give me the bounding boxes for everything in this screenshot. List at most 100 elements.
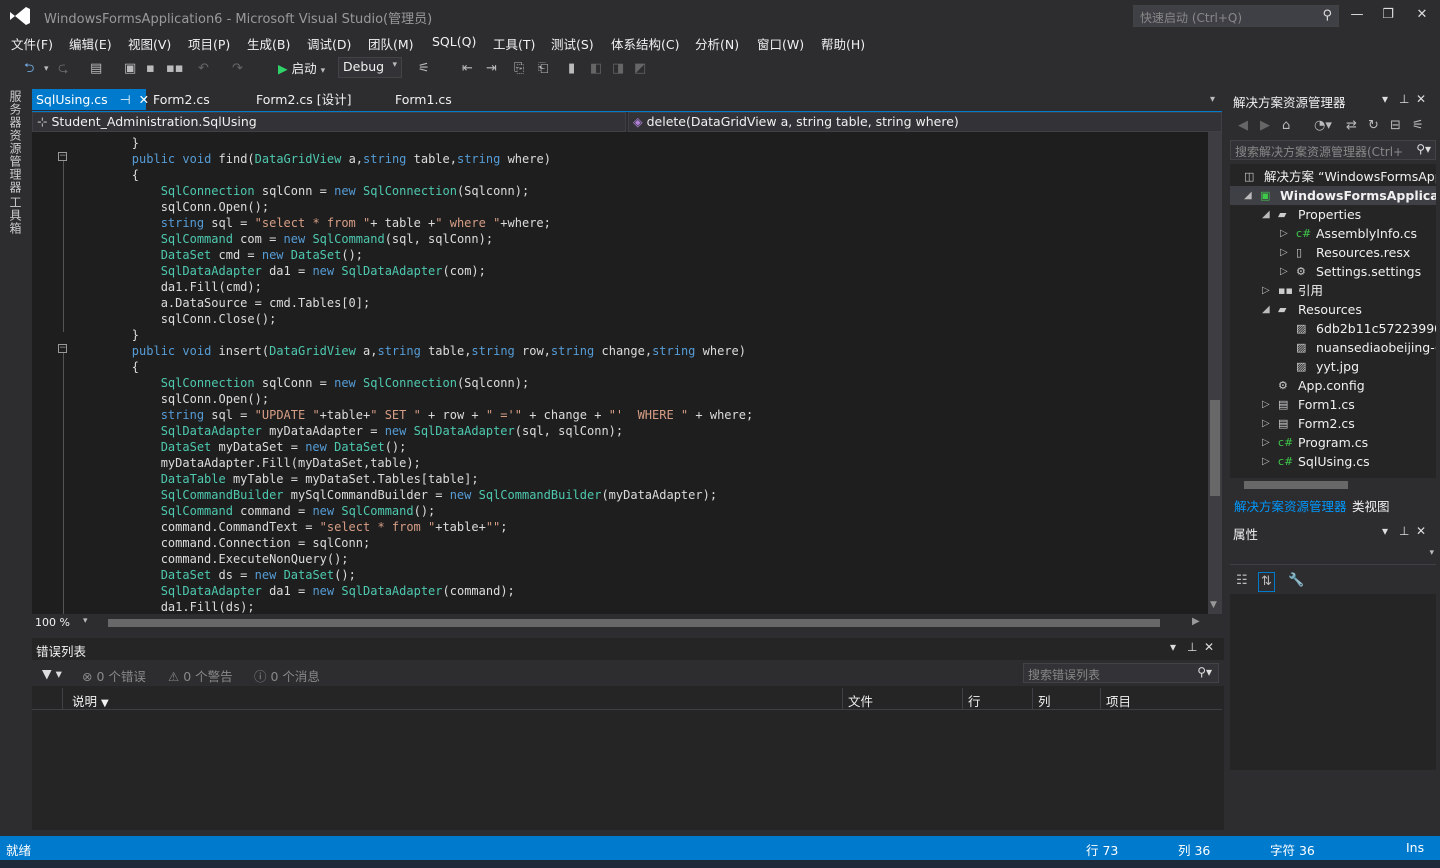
redo-icon[interactable]: ↷: [232, 60, 243, 78]
clear-bookmarks-icon[interactable]: ◩: [634, 60, 646, 78]
home-icon[interactable]: ⌂: [1282, 117, 1290, 135]
menu-tools[interactable]: 工具(T): [493, 34, 535, 53]
outdent-icon[interactable]: ⇥: [486, 60, 497, 78]
error-list-pin-icon[interactable]: ⊥: [1187, 640, 1197, 654]
tree-item[interactable]: ▨ nuansediaobeijing-(: [1230, 338, 1436, 357]
expand-toggle-icon[interactable]: ◢: [1244, 186, 1252, 205]
tree-item[interactable]: ▨ 6db2b11c57223990: [1230, 319, 1436, 338]
pin-icon[interactable]: ⊣: [120, 92, 131, 107]
restore-button[interactable]: ❐: [1374, 4, 1402, 26]
save-all-icon[interactable]: ▪▪: [166, 60, 184, 78]
col-line[interactable]: 行: [968, 691, 981, 710]
editor-vertical-scrollbar[interactable]: ▼: [1208, 132, 1222, 614]
type-dropdown[interactable]: ⊹ Student_Administration.SqlUsing: [32, 112, 626, 132]
error-list-close-icon[interactable]: ✕: [1204, 640, 1214, 654]
tab-form1[interactable]: Form1.cs: [391, 89, 452, 110]
member-dropdown[interactable]: ◈ delete(DataGridView a, string table, s…: [628, 112, 1222, 132]
se-back-icon[interactable]: ◀: [1238, 117, 1248, 135]
menu-test[interactable]: 测试(S): [551, 34, 594, 53]
expand-toggle-icon[interactable]: ◢: [1262, 300, 1270, 319]
find-icon[interactable]: ⚟: [418, 60, 430, 78]
undo-icon[interactable]: ↶: [198, 60, 209, 78]
tree-item[interactable]: ◫ 解决方案 “WindowsFormsApp: [1230, 167, 1436, 186]
expand-toggle-icon[interactable]: ▷: [1262, 281, 1270, 300]
menu-help[interactable]: 帮助(H): [821, 34, 865, 53]
tree-item[interactable]: ▷ c# AssemblyInfo.cs: [1230, 224, 1436, 243]
menu-window[interactable]: 窗口(W): [757, 34, 804, 53]
se-close-icon[interactable]: ✕: [1416, 92, 1426, 106]
col-project[interactable]: 项目: [1106, 691, 1131, 710]
error-list-options-icon[interactable]: ▾: [1170, 640, 1176, 654]
menu-sql[interactable]: SQL(Q): [432, 34, 476, 49]
errors-toggle[interactable]: ⊗ 0 个错误: [82, 666, 146, 685]
expand-toggle-icon[interactable]: ▷: [1262, 433, 1270, 452]
properties-icon[interactable]: ⚟: [1412, 117, 1424, 135]
collapse-all-icon[interactable]: ⊟: [1390, 117, 1401, 135]
minimize-button[interactable]: —: [1343, 4, 1371, 26]
close-button[interactable]: ✕: [1408, 4, 1436, 26]
tree-item[interactable]: ▷ ⚙ Settings.settings: [1230, 262, 1436, 281]
comment-icon[interactable]: ⎘: [514, 60, 524, 78]
tab-form2-design[interactable]: Form2.cs [设计]: [252, 89, 352, 110]
error-search-input[interactable]: 搜索错误列表 ⚲▾: [1023, 663, 1219, 683]
menu-edit[interactable]: 编辑(E): [69, 34, 112, 53]
props-options-icon[interactable]: ▾: [1382, 524, 1388, 538]
col-description[interactable]: 说明 ▼: [72, 691, 109, 710]
tab-overflow-icon[interactable]: ▾: [1206, 89, 1215, 110]
expand-toggle-icon[interactable]: ▷: [1280, 243, 1288, 262]
close-tab-icon[interactable]: ✕: [139, 92, 149, 107]
quick-launch-input[interactable]: 快速启动 (Ctrl+Q) ⚲: [1133, 5, 1339, 27]
alphabetical-icon[interactable]: ⇅: [1258, 572, 1275, 592]
col-column[interactable]: 列: [1038, 691, 1051, 710]
tree-item[interactable]: ▷ ▤ Form2.cs: [1230, 414, 1436, 433]
props-pin-icon[interactable]: ⊥: [1399, 524, 1409, 538]
tree-item[interactable]: ▷ c# Program.cs: [1230, 433, 1436, 452]
menu-view[interactable]: 视图(V): [128, 34, 171, 53]
expand-toggle-icon[interactable]: ▷: [1262, 414, 1270, 433]
solution-config-dropdown[interactable]: Debug ▾: [338, 57, 402, 78]
se-pin-icon[interactable]: ⊥: [1399, 92, 1409, 106]
menu-architecture[interactable]: 体系结构(C): [611, 34, 679, 53]
zoom-level-dropdown[interactable]: 100 % ▾: [35, 616, 91, 630]
se-forward-icon[interactable]: ▶: [1260, 117, 1270, 135]
sync-icon[interactable]: ⇄: [1346, 117, 1357, 135]
menu-project[interactable]: 项目(P): [188, 34, 230, 53]
menu-build[interactable]: 生成(B): [247, 34, 290, 53]
next-bookmark-icon[interactable]: ◨: [612, 60, 624, 78]
tree-item[interactable]: ▨ yyt.jpg: [1230, 357, 1436, 376]
back-icon[interactable]: ⮌: [24, 60, 34, 78]
expand-toggle-icon[interactable]: ◢: [1262, 205, 1270, 224]
tree-item[interactable]: ◢ ▰ Properties: [1230, 205, 1436, 224]
bookmark-icon[interactable]: ▮: [568, 60, 575, 78]
se-options-icon[interactable]: ▾: [1382, 92, 1388, 106]
collapse-find-icon[interactable]: −: [58, 152, 67, 161]
tree-item[interactable]: ◢ ▰ Resources: [1230, 300, 1436, 319]
tree-item[interactable]: ◢ ▣ WindowsFormsApplicatio: [1230, 186, 1436, 205]
tab-form2[interactable]: Form2.cs: [149, 89, 210, 110]
new-project-icon[interactable]: ▤: [90, 60, 102, 78]
menu-analyze[interactable]: 分析(N): [695, 34, 739, 53]
properties-object-dropdown[interactable]: ▾: [1230, 545, 1436, 565]
expand-toggle-icon[interactable]: ▷: [1262, 452, 1270, 471]
tree-item[interactable]: ▷ ▯ Resources.resx: [1230, 243, 1436, 262]
tab-sqlusing[interactable]: SqlUsing.cs ⊣ ✕: [32, 89, 149, 110]
open-file-icon[interactable]: ▣: [124, 60, 136, 78]
categorized-icon[interactable]: ☷: [1236, 572, 1248, 590]
forward-icon[interactable]: ⮎: [58, 60, 68, 78]
tree-item[interactable]: ▷ ▤ Form1.cs: [1230, 395, 1436, 414]
pending-changes-icon[interactable]: ◔▾: [1314, 117, 1332, 135]
collapse-insert-icon[interactable]: −: [58, 344, 67, 353]
start-debug-button[interactable]: ▶ 启动 ▾: [278, 59, 325, 79]
expand-toggle-icon[interactable]: ▷: [1280, 224, 1288, 243]
code-editor[interactable]: − − } public void find(DataGridView a,st…: [32, 132, 1208, 614]
tree-item[interactable]: ▷ c# SqlUsing.cs: [1230, 452, 1436, 471]
tree-item[interactable]: ⚙ App.config: [1230, 376, 1436, 395]
messages-toggle[interactable]: ⓘ 0 个消息: [254, 666, 320, 685]
warnings-toggle[interactable]: ⚠ 0 个警告: [168, 666, 233, 685]
menu-file[interactable]: 文件(F): [11, 34, 53, 53]
solution-search-input[interactable]: 搜索解决方案资源管理器(Ctrl+ ⚲▾: [1230, 140, 1436, 160]
col-file[interactable]: 文件: [848, 691, 873, 710]
expand-toggle-icon[interactable]: ▷: [1262, 395, 1270, 414]
toolbox-tab[interactable]: 工具箱: [7, 196, 24, 235]
refresh-icon[interactable]: ↻: [1368, 117, 1379, 135]
